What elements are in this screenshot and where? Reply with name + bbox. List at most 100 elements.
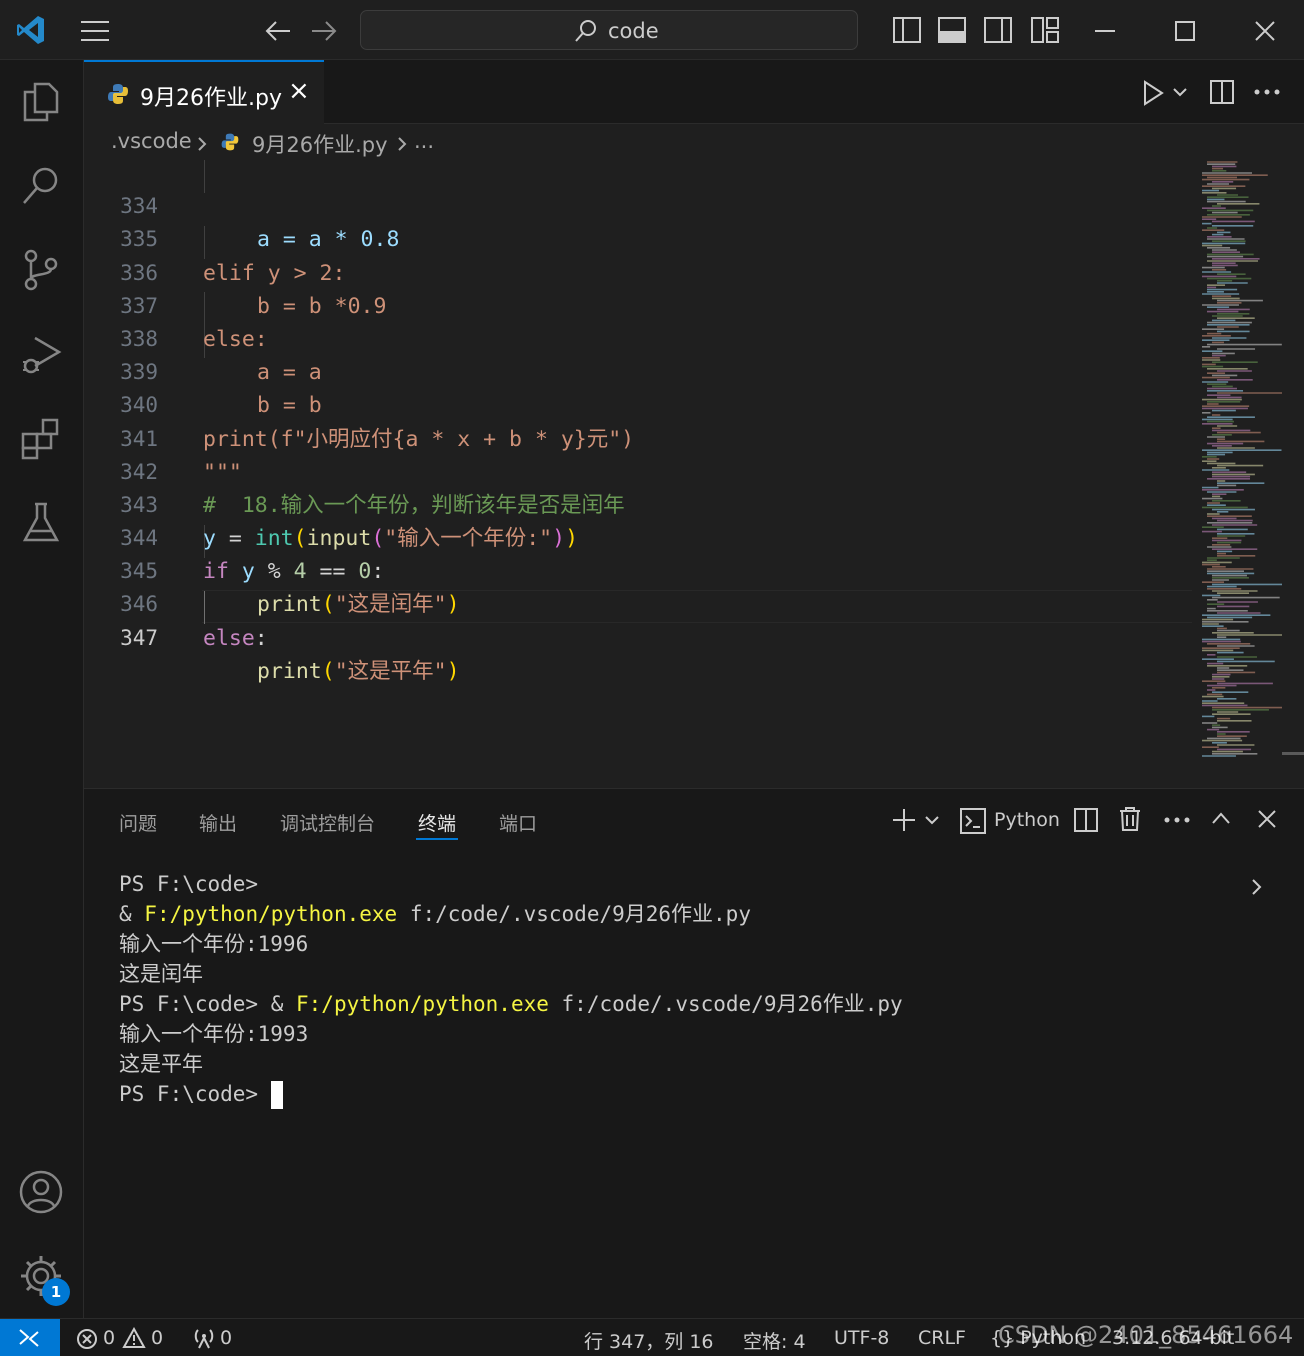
more-actions-icon[interactable] <box>1164 816 1190 824</box>
code-editor[interactable]: 334 a = a * 0.8 335 elif y > 2: 336 b = … <box>84 160 1304 786</box>
breadcrumb: .vscode 9月26作业.py ... <box>84 124 1304 160</box>
search-icon <box>575 20 596 42</box>
code-line-341: 341 """ <box>84 389 1194 485</box>
terminal-line: & F:/python/python.exe f:/code/.vscode/9… <box>119 902 751 926</box>
watermark: CSDN @2401_85461664 <box>998 1321 1294 1349</box>
remote-indicator[interactable] <box>0 1319 60 1356</box>
toggle-panel-icon[interactable] <box>938 17 966 43</box>
terminal-profile-label[interactable]: Python <box>994 809 1060 831</box>
vscode-logo-icon <box>17 16 44 44</box>
code-text: print("这是平年") <box>257 658 460 684</box>
code-line-346: 346 else: <box>84 555 1194 650</box>
extensions-icon[interactable] <box>17 414 65 462</box>
code-line-342: 342 # 18.输入一个年份，判断该年是否是闰年 <box>84 423 1194 518</box>
breadcrumb-more[interactable]: ... <box>414 129 434 153</box>
code-line-347: 347 print("这是平年") <box>84 588 1194 684</box>
run-debug-icon[interactable] <box>17 330 65 378</box>
tab-label: 9月26作业.py <box>140 86 282 111</box>
minimap[interactable] <box>1196 160 1304 760</box>
new-terminal-icon[interactable] <box>891 807 917 833</box>
code-line-334: 334 a = a * 0.8 <box>84 157 1194 252</box>
cursor-position[interactable]: 行 347，列 16 <box>584 1327 714 1354</box>
close-icon[interactable] <box>1254 20 1276 42</box>
tab-problems[interactable]: 问题 <box>119 809 157 836</box>
command-center-search[interactable]: code <box>360 10 858 50</box>
split-editor-icon[interactable] <box>1210 80 1234 104</box>
tab-active-file[interactable]: 9月26作业.py × <box>84 60 324 124</box>
run-file-icon[interactable] <box>1140 80 1166 106</box>
broadcast-icon[interactable] <box>192 1327 216 1349</box>
source-control-icon[interactable] <box>17 246 65 294</box>
explorer-icon[interactable] <box>17 78 65 126</box>
toggle-secondary-sidebar-icon[interactable] <box>984 17 1012 43</box>
breadcrumb-folder[interactable]: .vscode <box>111 129 192 153</box>
code-line-336: 336 b = b *0.9 <box>84 223 1194 319</box>
breadcrumb-file[interactable]: 9月26作业.py <box>252 129 388 159</box>
terminal-line: 输入一个年份:1996 <box>119 932 309 956</box>
split-terminal-icon[interactable] <box>1074 808 1098 832</box>
chevron-right-icon <box>398 137 407 151</box>
terminal-icon <box>960 808 986 834</box>
close-panel-icon[interactable] <box>1257 809 1277 829</box>
encoding[interactable]: UTF-8 <box>834 1327 889 1349</box>
ports-count[interactable]: 0 <box>220 1327 232 1349</box>
terminal-line: 输入一个年份:1993 <box>119 1022 309 1046</box>
tab-output[interactable]: 输出 <box>199 809 237 836</box>
bottom-panel: 问题 输出 调试控制台 终端 端口 Python PS F:\code> & F… <box>84 788 1304 1318</box>
terminal-line: 这是平年 <box>119 1052 203 1076</box>
terminal-cursor <box>270 1081 283 1109</box>
code-line-338: 338 a = a <box>84 290 1194 385</box>
chevron-right-icon <box>198 137 207 151</box>
status-bar: 0 0 0 行 347，列 16 空格: 4 UTF-8 CRLF {} Pyt… <box>0 1318 1304 1356</box>
menu-icon[interactable] <box>80 20 110 42</box>
minimize-icon[interactable] <box>1094 22 1116 40</box>
warning-icon[interactable] <box>122 1327 146 1349</box>
python-file-icon <box>221 133 239 151</box>
warning-count[interactable]: 0 <box>151 1327 163 1349</box>
tab-ports[interactable]: 端口 <box>499 809 537 836</box>
error-count[interactable]: 0 <box>103 1327 115 1349</box>
toggle-primary-sidebar-icon[interactable] <box>893 17 921 43</box>
forward-arrow-icon[interactable] <box>310 18 338 44</box>
code-lines: 334 a = a * 0.8 335 elif y > 2: 336 b = … <box>84 157 1194 684</box>
search-icon[interactable] <box>17 162 65 210</box>
active-tab-indicator <box>416 838 458 840</box>
line-number: 347 <box>120 625 158 650</box>
editor-tab-bar: 9月26作业.py × <box>84 60 1304 124</box>
terminal-prompt-line: PS F:\code> <box>119 1079 283 1109</box>
chevron-down-icon[interactable] <box>924 814 940 826</box>
terminal-line: PS F:\code> <box>119 872 259 896</box>
maximize-panel-icon[interactable] <box>1211 810 1231 826</box>
code-line-344: 344 if y % 4 == 0: <box>84 489 1194 584</box>
code-text: else: <box>203 625 268 651</box>
terminal-line: PS F:\code> & F:/python/python.exe f:/co… <box>119 992 903 1016</box>
trash-icon[interactable] <box>1118 806 1142 832</box>
code-line-335: 335 elif y > 2: <box>84 190 1194 285</box>
code-line-343: 343 y = int(input("输入一个年份:")) <box>84 456 1194 551</box>
indentation[interactable]: 空格: 4 <box>743 1327 806 1354</box>
maximize-icon[interactable] <box>1174 20 1196 42</box>
remote-icon <box>19 1329 39 1347</box>
accounts-icon[interactable] <box>17 1168 65 1216</box>
tab-terminal[interactable]: 终端 <box>418 809 456 836</box>
search-text: code <box>608 19 659 43</box>
testing-icon[interactable] <box>17 498 65 546</box>
more-actions-icon[interactable] <box>1254 88 1280 96</box>
back-arrow-icon[interactable] <box>264 18 292 44</box>
python-file-icon <box>108 84 128 104</box>
code-line-345: 345 print("这是闰年") <box>84 522 1194 617</box>
code-line-337: 337 else: <box>84 257 1194 352</box>
error-icon[interactable] <box>76 1328 98 1350</box>
code-line-340: 340 print(f"小明应付{a * x + b * y}元") <box>84 356 1194 451</box>
customize-layout-icon[interactable] <box>1031 17 1059 43</box>
tab-close-icon[interactable]: × <box>288 76 310 106</box>
terminal-output[interactable]: PS F:\code> & F:/python/python.exe f:/co… <box>84 869 1234 1129</box>
update-badge: 1 <box>42 1278 70 1306</box>
end-of-line[interactable]: CRLF <box>918 1327 966 1349</box>
chevron-right-icon[interactable] <box>1250 878 1264 896</box>
chevron-down-icon[interactable] <box>1172 86 1188 98</box>
tab-debug-console[interactable]: 调试控制台 <box>280 809 375 836</box>
code-line-339: 339 b = b <box>84 323 1194 418</box>
terminal-line: 这是闰年 <box>119 962 203 986</box>
activity-bar <box>0 60 84 1318</box>
